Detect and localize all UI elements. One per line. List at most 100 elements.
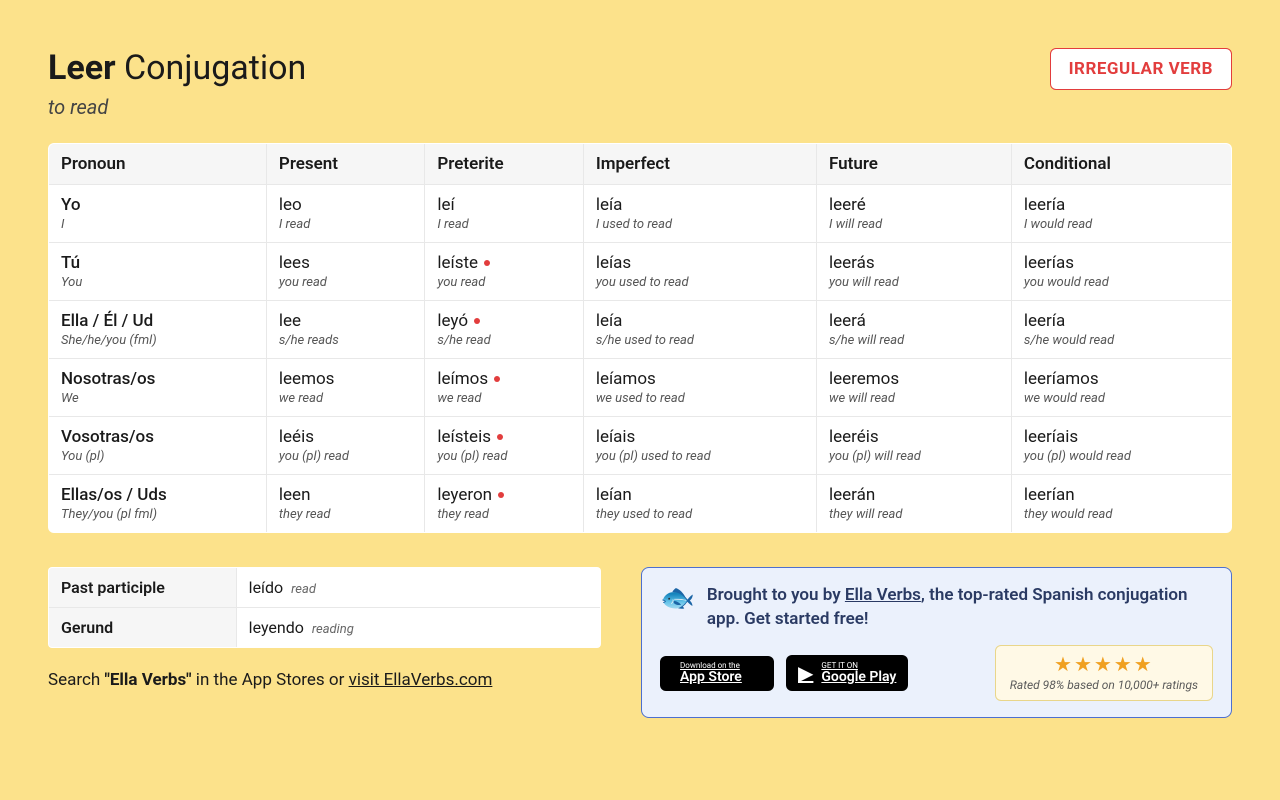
- verb-form: leímos: [437, 369, 570, 389]
- verb-form: leeré: [829, 195, 999, 215]
- table-row: YoIleoI readleíI readleíaI used to readl…: [49, 184, 1232, 242]
- verb-translation: you will read: [829, 275, 999, 290]
- verb-form: leéis: [279, 427, 412, 447]
- promo-prefix: Brought to you by: [707, 585, 845, 605]
- table-row: TúYouleesyou readleísteyou readleíasyou …: [49, 242, 1232, 300]
- pronoun-cell: Ellas/os / Uds They/you (pl fml): [49, 474, 267, 532]
- rating-box: ★★★★★ Rated 98% based on 10,000+ ratings: [995, 645, 1213, 701]
- pronoun-translation: You (pl): [61, 449, 254, 464]
- participle-cell: leyendo reading: [236, 607, 600, 647]
- pronoun: Ellas/os / Uds: [61, 485, 254, 505]
- pronoun: Vosotras/os: [61, 427, 254, 447]
- search-quoted: "Ella Verbs": [104, 670, 191, 690]
- table-row: Ellas/os / Uds They/you (pl fml) leen they …: [49, 474, 1232, 532]
- participle-translation: read: [291, 582, 316, 597]
- verb-translation: you (pl) would read: [1024, 449, 1219, 464]
- verb-form: leen: [279, 485, 412, 505]
- pronoun-translation: I: [61, 217, 254, 232]
- verb-form: leía: [596, 195, 804, 215]
- conjugation-cell: lees/he reads: [266, 300, 424, 358]
- visit-ellaverbs-link[interactable]: visit EllaVerbs.com: [349, 670, 493, 690]
- verb-form: leería: [1024, 311, 1219, 331]
- conjugation-cell: leíamos we used to read: [583, 358, 816, 416]
- conjugation-cell: leerásyou will read: [816, 242, 1011, 300]
- conjugation-cell: leerás/he will read: [816, 300, 1011, 358]
- pronoun-cell: Nosotras/os We: [49, 358, 267, 416]
- conjugation-cell: leeríamoswe would read: [1011, 358, 1231, 416]
- verb-translation: I will read: [829, 217, 999, 232]
- verb-translation: they used to read: [596, 507, 804, 522]
- pronoun: Ella / Él / Ud: [61, 311, 254, 331]
- conjugation-table: PronounPresentPreteriteImperfectFutureCo…: [48, 143, 1232, 533]
- table-row: Vosotras/os You (pl) leéis you (pl) read leí…: [49, 416, 1232, 474]
- verb-translation: we used to read: [596, 391, 804, 406]
- verb-form: leyeron: [437, 485, 570, 505]
- ella-verbs-link[interactable]: Ella Verbs: [845, 585, 921, 605]
- verb-form: leerán: [829, 485, 999, 505]
- conjugation-cell: leíasyou used to read: [583, 242, 816, 300]
- conjugation-cell: leeréisyou (pl) will read: [816, 416, 1011, 474]
- title-verb: Leer: [48, 48, 116, 88]
- verb-translation: they read: [279, 507, 412, 522]
- conjugation-cell: leíI read: [425, 184, 583, 242]
- participle-form: leído: [249, 578, 283, 597]
- pronoun: Nosotras/os: [61, 369, 254, 389]
- google-play-badge[interactable]: ▶ GET IT ON Google Play: [786, 655, 908, 691]
- verb-translation: to read: [48, 95, 306, 119]
- verb-translation: they read: [437, 507, 570, 522]
- star-rating-icon: ★★★★★: [1010, 652, 1198, 676]
- verb-form: leísteis: [437, 427, 570, 447]
- column-header: Pronoun: [49, 143, 267, 184]
- appstore-big-text: App Store: [680, 670, 742, 685]
- app-store-badge[interactable]: Download on the App Store: [660, 656, 774, 691]
- play-big-text: Google Play: [821, 670, 896, 685]
- conjugation-cell: leemoswe read: [266, 358, 424, 416]
- verb-translation: they will read: [829, 507, 999, 522]
- pronoun-translation: You: [61, 275, 254, 290]
- page-title-block: Leer Conjugation to read: [48, 48, 306, 119]
- verb-translation: you read: [279, 275, 412, 290]
- verb-translation: we read: [437, 391, 570, 406]
- conjugation-cell: leeríaI would read: [1011, 184, 1231, 242]
- verb-translation: I used to read: [596, 217, 804, 232]
- pronoun-cell: YoI: [49, 184, 267, 242]
- conjugation-cell: leíaisyou (pl) used to read: [583, 416, 816, 474]
- verb-form: leíamos: [596, 369, 804, 389]
- verb-form: leías: [596, 253, 804, 273]
- verb-translation: I read: [279, 217, 412, 232]
- page-title: Leer Conjugation: [48, 48, 306, 89]
- search-middle: in the App Stores or: [192, 670, 349, 690]
- conjugation-cell: leyeron they read: [425, 474, 583, 532]
- verb-form: leía: [596, 311, 804, 331]
- conjugation-cell: leéis you (pl) read: [266, 416, 424, 474]
- verb-translation: you (pl) read: [279, 449, 412, 464]
- conjugation-cell: leeremoswe will read: [816, 358, 1011, 416]
- participle-translation: reading: [312, 622, 354, 637]
- verb-translation: we will read: [829, 391, 999, 406]
- promo-box: 🐟 Brought to you by Ella Verbs, the top-…: [641, 567, 1232, 719]
- verb-translation: you (pl) read: [437, 449, 570, 464]
- verb-form: leían: [596, 485, 804, 505]
- conjugation-cell: leen they read: [266, 474, 424, 532]
- table-row: Nosotras/os We leemoswe read leímos we read l…: [49, 358, 1232, 416]
- conjugation-cell: leeré I will read: [816, 184, 1011, 242]
- app-logo-icon: 🐟: [660, 584, 695, 612]
- verb-form: leerá: [829, 311, 999, 331]
- pronoun-translation: They/you (pl fml): [61, 507, 254, 522]
- verb-translation: I would read: [1024, 217, 1219, 232]
- verb-form: leíste: [437, 253, 570, 273]
- table-row: Ella / Él / UdShe/he/you (fml)lees/he re…: [49, 300, 1232, 358]
- verb-form: leeréis: [829, 427, 999, 447]
- column-header: Imperfect: [583, 143, 816, 184]
- verb-translation: s/he read: [437, 333, 570, 348]
- verb-translation: s/he reads: [279, 333, 412, 348]
- verb-translation: you would read: [1024, 275, 1219, 290]
- conjugation-cell: leía I used to read: [583, 184, 816, 242]
- participle-row: Gerundleyendo reading: [49, 607, 601, 647]
- conjugation-cell: leeríanthey would read: [1011, 474, 1231, 532]
- conjugation-cell: leerán they will read: [816, 474, 1011, 532]
- pronoun-translation: We: [61, 391, 254, 406]
- pronoun-cell: TúYou: [49, 242, 267, 300]
- participle-table: Past participleleído readGerundleyendo r…: [48, 567, 601, 648]
- verb-form: leyó: [437, 311, 570, 331]
